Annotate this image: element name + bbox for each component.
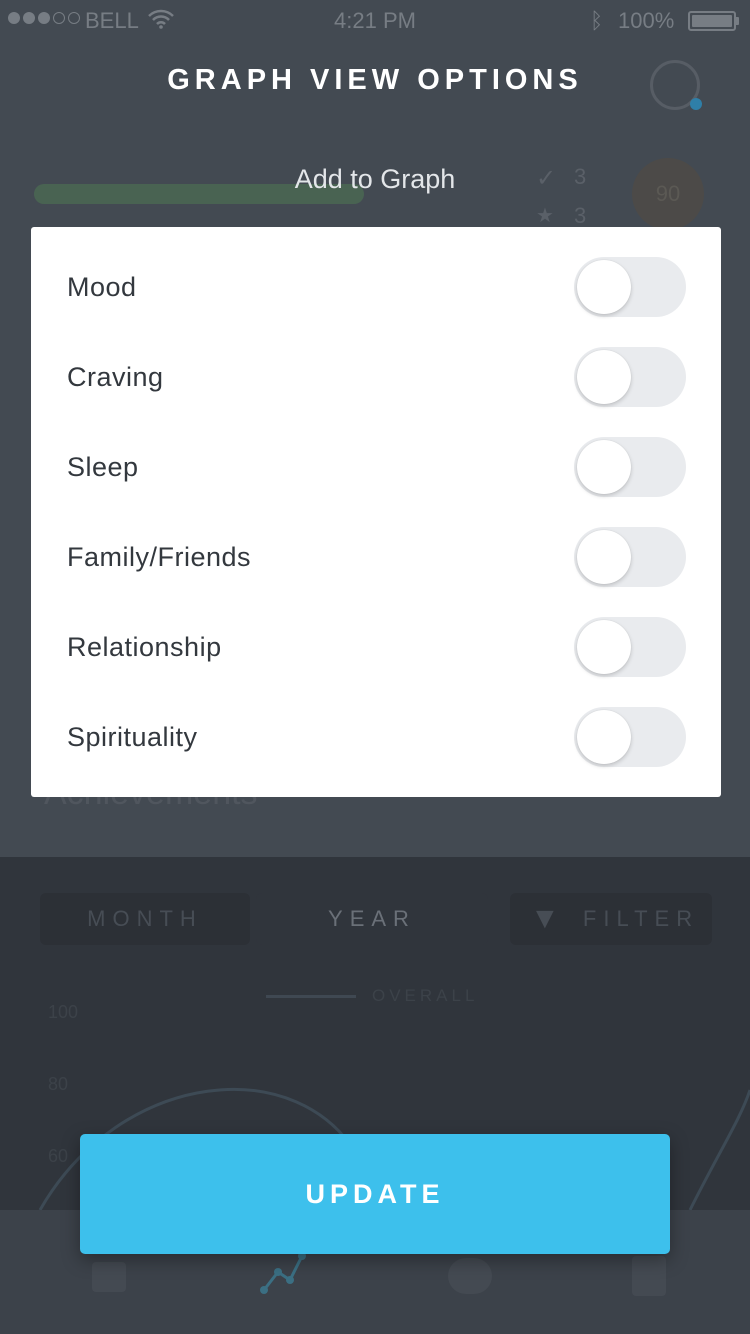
relationship-toggle[interactable] [574, 617, 686, 677]
background-filter-label: FILTER [582, 906, 700, 931]
modal-subtitle: Add to Graph [294, 164, 456, 194]
option-row-family-friends: Family/Friends [31, 512, 721, 602]
option-label: Craving [67, 361, 164, 392]
option-label: Mood [67, 271, 137, 302]
family-friends-toggle[interactable] [574, 527, 686, 587]
toggle-knob [577, 350, 631, 404]
option-row-sleep: Sleep [31, 422, 721, 512]
toggle-knob [577, 530, 631, 584]
battery-icon [688, 11, 736, 31]
star-icon: ★ [536, 205, 554, 227]
option-label: Family/Friends [67, 541, 252, 572]
option-label: Sleep [67, 451, 139, 482]
toggle-knob [577, 440, 631, 494]
graph-options-card: Mood Craving Sleep Family/Friends Relati… [31, 227, 721, 797]
option-row-relationship: Relationship [31, 602, 721, 692]
option-row-spirituality: Spirituality [31, 692, 721, 782]
spirituality-toggle[interactable] [574, 707, 686, 767]
mood-toggle[interactable] [574, 257, 686, 317]
y-tick-100: 100 [48, 1002, 79, 1022]
toggle-knob [577, 620, 631, 674]
status-bar: BELL 4:21 PM ᛒ 100% [0, 0, 750, 40]
background-stat-2: 3 [574, 203, 587, 228]
sleep-toggle[interactable] [574, 437, 686, 497]
legend-line [266, 995, 356, 998]
toggle-knob [577, 710, 631, 764]
option-row-mood: Mood [31, 242, 721, 332]
home-tab-icon [92, 1262, 126, 1292]
toggle-knob [577, 260, 631, 314]
battery-percentage: 100% [618, 8, 675, 33]
battery-nub [736, 17, 739, 25]
bluetooth-icon: ᛒ [590, 8, 604, 33]
filter-icon: ▼ [530, 902, 560, 935]
journal-tab-icon [632, 1256, 666, 1296]
option-label: Relationship [67, 631, 222, 662]
update-button[interactable]: UPDATE [80, 1134, 670, 1254]
avatar-status-dot [690, 98, 702, 110]
modal-title: GRAPH VIEW OPTIONS [167, 64, 583, 96]
option-row-craving: Craving [31, 332, 721, 422]
option-label: Spirituality [67, 721, 198, 752]
graph-tab-icon [260, 1252, 306, 1294]
craving-toggle[interactable] [574, 347, 686, 407]
legend-label: OVERALL [372, 986, 479, 1005]
chat-tab-icon [448, 1258, 492, 1294]
background-tab-year: YEAR [256, 893, 488, 945]
background-tab-month: MONTH [40, 893, 250, 945]
